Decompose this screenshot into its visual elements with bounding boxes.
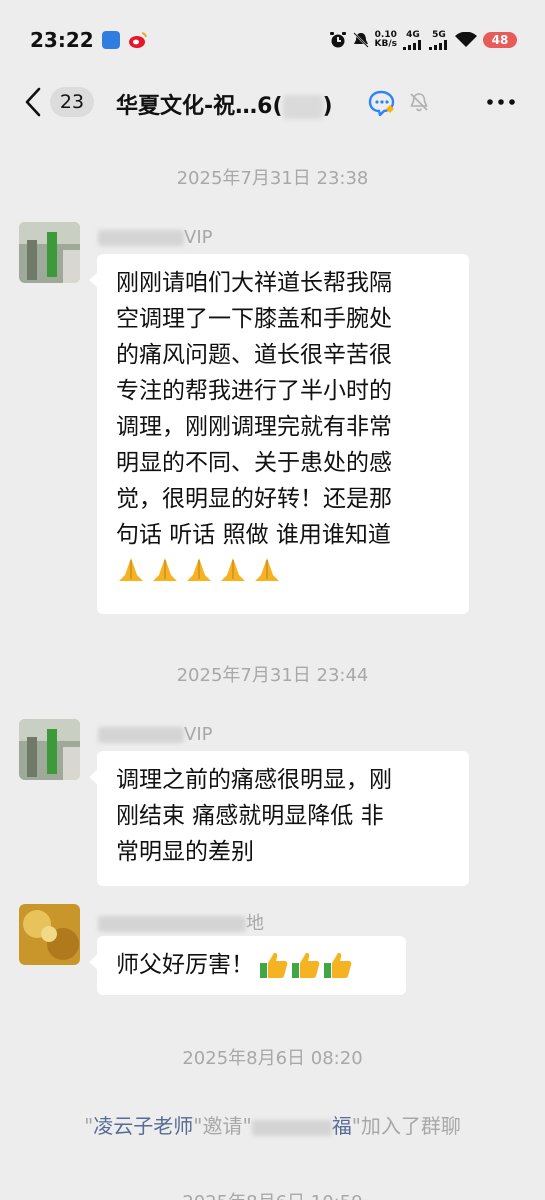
sender-name: 地: [98, 909, 264, 935]
message-line: 调理，刚刚调理完就有非常: [116, 414, 392, 440]
muted-bell-icon: [410, 93, 428, 112]
avatar[interactable]: [19, 222, 80, 283]
system-join-notice: "凌云子老师"邀请" 福"加入了群聊: [84, 1114, 461, 1138]
message-line: 常明显的差别: [116, 839, 254, 865]
invitee-link[interactable]: 福: [251, 1114, 352, 1138]
redacted-text: [98, 230, 184, 246]
redacted-text: [98, 727, 184, 743]
pray-hands-icon: [221, 558, 245, 581]
sender-name: VIP: [98, 227, 212, 248]
network-speed: 0.10 KB/s: [374, 30, 397, 49]
message-timestamp: 2025年7月31日 23:38: [176, 168, 369, 189]
more-options-icon[interactable]: [486, 98, 516, 106]
sender-name: VIP: [98, 724, 212, 745]
redacted-text: [282, 95, 323, 119]
back-arrow-icon[interactable]: [22, 86, 44, 118]
avatar[interactable]: [19, 719, 80, 780]
status-time: 23:22: [30, 28, 94, 52]
message-line: 刚刚请咱们大祥道长帮我隔: [116, 270, 392, 296]
redacted-text: [98, 916, 246, 932]
pray-hands-icon: [153, 558, 177, 581]
message-timestamp: 2025年8月6日 08:20: [182, 1048, 363, 1069]
inviter-link[interactable]: 凌云子老师: [93, 1114, 193, 1138]
chat-title[interactable]: 华夏文化-祝…6(): [116, 88, 333, 120]
signal-4g: 4G: [403, 30, 423, 50]
message-bubble[interactable]: 刚刚请咱们大祥道长帮我隔 空调理了一下膝盖和手腕处 的痛风问题、道长很辛苦很 专…: [89, 254, 469, 614]
signal-bars-icon: [403, 39, 421, 50]
emoji-row: [116, 555, 450, 585]
message-line: 师父好厉害！: [116, 952, 254, 978]
mute-bell-icon: [352, 32, 369, 48]
app-notification-icon: [101, 31, 120, 49]
message-bubble[interactable]: 调理之前的痛感很明显，刚 刚结束 痛感就明显降低 非 常明显的差别: [89, 751, 469, 886]
signal-5g: 5G: [429, 30, 449, 50]
status-bar: 23:22 0.10 KB/s 4G 5G 48: [0, 0, 545, 80]
wifi-icon: [455, 32, 477, 47]
message-line: 空调理了一下膝盖和手腕处: [116, 306, 392, 332]
redacted-text: [251, 1119, 332, 1136]
message-line: 明显的不同、关于患处的感: [116, 450, 392, 476]
pray-hands-icon: [119, 558, 143, 581]
message-line: 刚结束 痛感就明显降低 非: [116, 803, 384, 829]
message-line: 觉，很明显的好转！还是那: [116, 486, 392, 512]
unread-count-badge[interactable]: 23: [50, 87, 94, 117]
thumbs-up-icon: [324, 952, 352, 978]
chat-header: 23 华夏文化-祝…6(): [0, 80, 545, 124]
message-timestamp-partial: 2025年8月6日 10:59: [0, 1188, 545, 1200]
thumbs-up-icon: [292, 952, 320, 978]
message-line: 调理之前的痛感很明显，刚: [116, 767, 392, 793]
message-line: 的痛风问题、道长很辛苦很: [116, 342, 392, 368]
group-verified-icon[interactable]: [368, 90, 398, 116]
thumbs-up-icon: [260, 952, 288, 978]
message-line: 句话 听话 照做 谁用谁知道: [116, 522, 391, 548]
message-bubble[interactable]: 师父好厉害！: [89, 936, 406, 995]
alarm-icon: [329, 32, 346, 48]
message-timestamp: 2025年7月31日 23:44: [176, 665, 369, 686]
pray-hands-icon: [255, 558, 279, 581]
signal-bars-icon: [429, 39, 447, 50]
avatar[interactable]: [19, 904, 80, 965]
weibo-icon: [128, 32, 147, 48]
pray-hands-icon: [187, 558, 211, 581]
battery-indicator: 48: [483, 32, 517, 48]
message-line: 专注的帮我进行了半小时的: [116, 378, 392, 404]
